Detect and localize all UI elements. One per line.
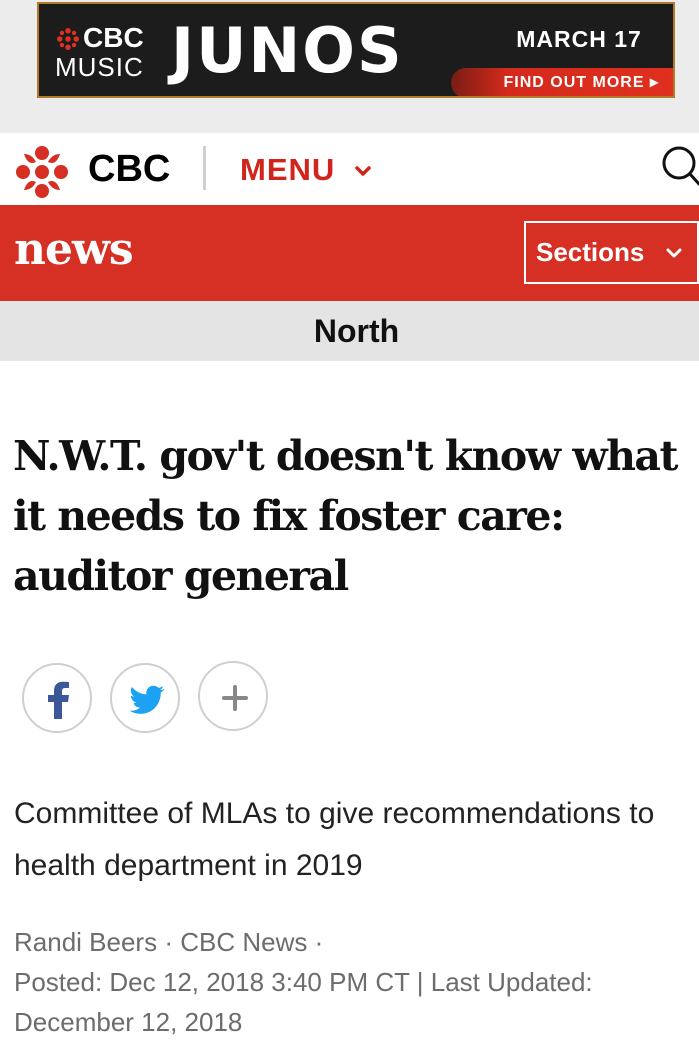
triangle-right-icon: ▸	[649, 74, 659, 91]
section-name[interactable]: North	[0, 301, 699, 361]
posted-date: Posted: Dec 12, 2018 3:40 PM CT	[14, 967, 410, 997]
twitter-icon	[129, 685, 165, 714]
facebook-share-button[interactable]	[22, 663, 92, 733]
date-separator: |	[416, 967, 424, 997]
ad-cbc-text: CBC	[83, 22, 144, 53]
sections-label: Sections	[536, 237, 645, 267]
byline-separator: ·	[314, 927, 324, 957]
plus-icon	[222, 685, 248, 711]
search-icon[interactable]	[655, 143, 699, 191]
news-wordmark[interactable]: news	[14, 222, 134, 278]
ad-junos-logo: JUNOS	[171, 14, 404, 87]
chevron-down-icon	[666, 248, 682, 258]
cbc-gem-icon[interactable]	[14, 144, 70, 200]
find-out-more-button[interactable]: FIND OUT MORE ▸	[451, 68, 673, 96]
find-out-more-label: FIND OUT MORE	[503, 74, 645, 91]
byline-separator: ·	[164, 927, 173, 957]
more-share-button[interactable]	[198, 661, 268, 731]
article-deck: Committee of MLAs to give recommendation…	[14, 797, 655, 882]
ad-date: MARCH 17	[516, 26, 642, 52]
junos-ad-banner[interactable]: CBC MUSIC JUNOS MARCH 17 FIND OUT MORE ▸	[37, 2, 675, 98]
cbc-wordmark[interactable]: CBC	[88, 146, 170, 192]
cbc-gem-icon	[57, 28, 79, 50]
facebook-icon	[48, 681, 69, 719]
author-name[interactable]: Randi Beers	[14, 927, 157, 957]
outlet-name: CBC News	[180, 927, 308, 957]
article-headline: N.W.T. gov't doesn't know what it needs …	[13, 432, 678, 600]
ad-banner-area: CBC MUSIC JUNOS MARCH 17 FIND OUT MORE ▸	[0, 0, 699, 133]
twitter-share-button[interactable]	[110, 663, 180, 733]
chevron-down-icon[interactable]	[354, 164, 372, 178]
article-byline: Randi Beers · CBC News · Posted: Dec 12,…	[14, 922, 698, 1042]
ad-music-text: MUSIC	[55, 52, 144, 82]
menu-button[interactable]: MENU	[240, 150, 335, 190]
header-divider	[203, 146, 206, 190]
